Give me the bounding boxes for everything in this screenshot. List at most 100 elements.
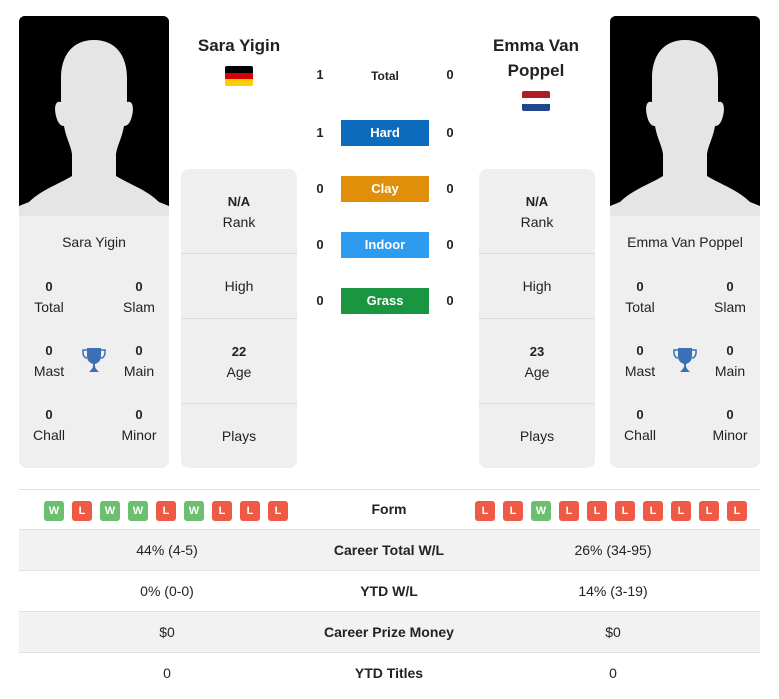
surface-badge-grass[interactable]: Grass	[341, 288, 429, 314]
plays-label: Plays	[221, 428, 257, 444]
stat-right-value: 0	[609, 665, 617, 681]
titles-chall-value: 0	[45, 407, 53, 422]
surface-badge-hard[interactable]: Hard	[341, 120, 429, 146]
h2h-right-value: 0	[446, 237, 454, 252]
player-name-label: Sara Yigin	[62, 234, 126, 250]
info-rank: N/A Rank	[181, 192, 297, 232]
silhouette-icon	[19, 16, 169, 216]
h2h-right-value: 0	[446, 125, 454, 140]
titles-chall: 0 Chall	[610, 405, 670, 445]
stat-row-ytd-wl: 0% (0-0) YTD W/L 14% (3-19)	[19, 571, 760, 612]
titles-slam: 0 Slam	[109, 277, 169, 317]
form-loss-badge[interactable]: L	[587, 501, 607, 521]
form-loss-badge[interactable]: L	[615, 501, 635, 521]
form-label: Form	[371, 501, 407, 517]
titles-minor-label: Minor	[121, 427, 157, 443]
form-loss-badge[interactable]: L	[671, 501, 691, 521]
stat-left-value: 0% (0-0)	[140, 583, 194, 599]
form-badges-left: WLWWLWLLL	[44, 501, 288, 521]
form-loss-badge[interactable]: L	[240, 501, 260, 521]
form-win-badge[interactable]: W	[100, 501, 120, 521]
player-name-left[interactable]: Sara Yigin	[180, 33, 298, 58]
titles-minor-label: Minor	[712, 427, 748, 443]
titles-mast-label: Mast	[33, 363, 65, 379]
info-high: High	[181, 276, 297, 296]
h2h-right-value: 0	[446, 67, 454, 82]
titles-chall: 0 Chall	[19, 405, 79, 445]
h2h-row-total: 1 Total 0	[300, 62, 480, 88]
info-plays: Plays	[479, 426, 595, 446]
titles-main-label: Main	[714, 363, 746, 379]
info-age: 23 Age	[479, 342, 595, 382]
high-label: High	[522, 278, 552, 294]
player-name-right[interactable]: Emma Van Poppel	[478, 33, 594, 83]
info-rank: N/A Rank	[479, 192, 595, 232]
stat-label: YTD Titles	[354, 665, 424, 681]
titles-total-label: Total	[625, 299, 655, 315]
trophy-icon	[82, 348, 106, 372]
form-loss-badge[interactable]: L	[643, 501, 663, 521]
age-value: 23	[529, 344, 545, 359]
form-loss-badge[interactable]: L	[699, 501, 719, 521]
form-loss-badge[interactable]: L	[475, 501, 495, 521]
titles-main: 0 Main	[700, 341, 760, 381]
info-high: High	[479, 276, 595, 296]
h2h-right-value: 0	[446, 181, 454, 196]
divider	[181, 318, 297, 319]
stat-right-value: 14% (3-19)	[578, 583, 648, 599]
form-loss-badge[interactable]: L	[72, 501, 92, 521]
form-loss-badge[interactable]: L	[268, 501, 288, 521]
form-loss-badge[interactable]: L	[727, 501, 747, 521]
stat-row-prize-money: $0 Career Prize Money $0	[19, 612, 760, 653]
form-win-badge[interactable]: W	[128, 501, 148, 521]
titles-main-value: 0	[726, 343, 734, 358]
age-label: Age	[524, 364, 550, 380]
age-value: 22	[231, 344, 247, 359]
silhouette-icon	[610, 16, 760, 216]
form-loss-badge[interactable]: L	[559, 501, 579, 521]
form-win-badge[interactable]: W	[44, 501, 64, 521]
titles-total-value: 0	[636, 279, 644, 294]
plays-label: Plays	[519, 428, 555, 444]
titles-minor-value: 0	[726, 407, 734, 422]
high-label: High	[224, 278, 254, 294]
divider	[181, 403, 297, 404]
titles-slam-label: Slam	[123, 299, 155, 315]
stat-left-value: 44% (4-5)	[136, 542, 198, 558]
form-win-badge[interactable]: W	[531, 501, 551, 521]
form-win-badge[interactable]: W	[184, 501, 204, 521]
stat-left-value: 0	[163, 665, 171, 681]
trophy-icon	[673, 348, 697, 372]
form-loss-badge[interactable]: L	[212, 501, 232, 521]
germany-flag-icon	[225, 66, 253, 86]
titles-main-value: 0	[135, 343, 143, 358]
titles-chall-value: 0	[636, 407, 644, 422]
titles-mast-label: Mast	[624, 363, 656, 379]
titles-total-value: 0	[45, 279, 53, 294]
player-name-label: Emma Van Poppel	[627, 234, 743, 250]
h2h-left-value: 0	[316, 293, 324, 308]
titles-chall-label: Chall	[33, 427, 65, 443]
rank-label: Rank	[520, 214, 554, 230]
titles-slam-value: 0	[135, 279, 143, 294]
h2h-total-label: Total	[371, 69, 399, 83]
info-plays: Plays	[181, 426, 297, 446]
h2h-row-indoor: 0 Indoor 0	[300, 232, 480, 258]
titles-chall-label: Chall	[624, 427, 656, 443]
stat-label: YTD W/L	[360, 583, 418, 599]
stat-right-value: $0	[605, 624, 621, 640]
info-age: 22 Age	[181, 342, 297, 382]
titles-minor: 0 Minor	[700, 405, 760, 445]
surface-badge-indoor[interactable]: Indoor	[341, 232, 429, 258]
titles-mast-value: 0	[636, 343, 644, 358]
stat-label: Career Total W/L	[333, 542, 445, 558]
surface-badge-clay[interactable]: Clay	[341, 176, 429, 202]
titles-slam: 0 Slam	[700, 277, 760, 317]
info-card-left: N/A Rank High 22 Age Plays	[181, 169, 297, 468]
rank-label: Rank	[222, 214, 256, 230]
form-loss-badge[interactable]: L	[503, 501, 523, 521]
divider	[479, 403, 595, 404]
stat-label: Career Prize Money	[324, 624, 454, 640]
form-loss-badge[interactable]: L	[156, 501, 176, 521]
titles-mast: 0 Mast	[19, 341, 79, 381]
